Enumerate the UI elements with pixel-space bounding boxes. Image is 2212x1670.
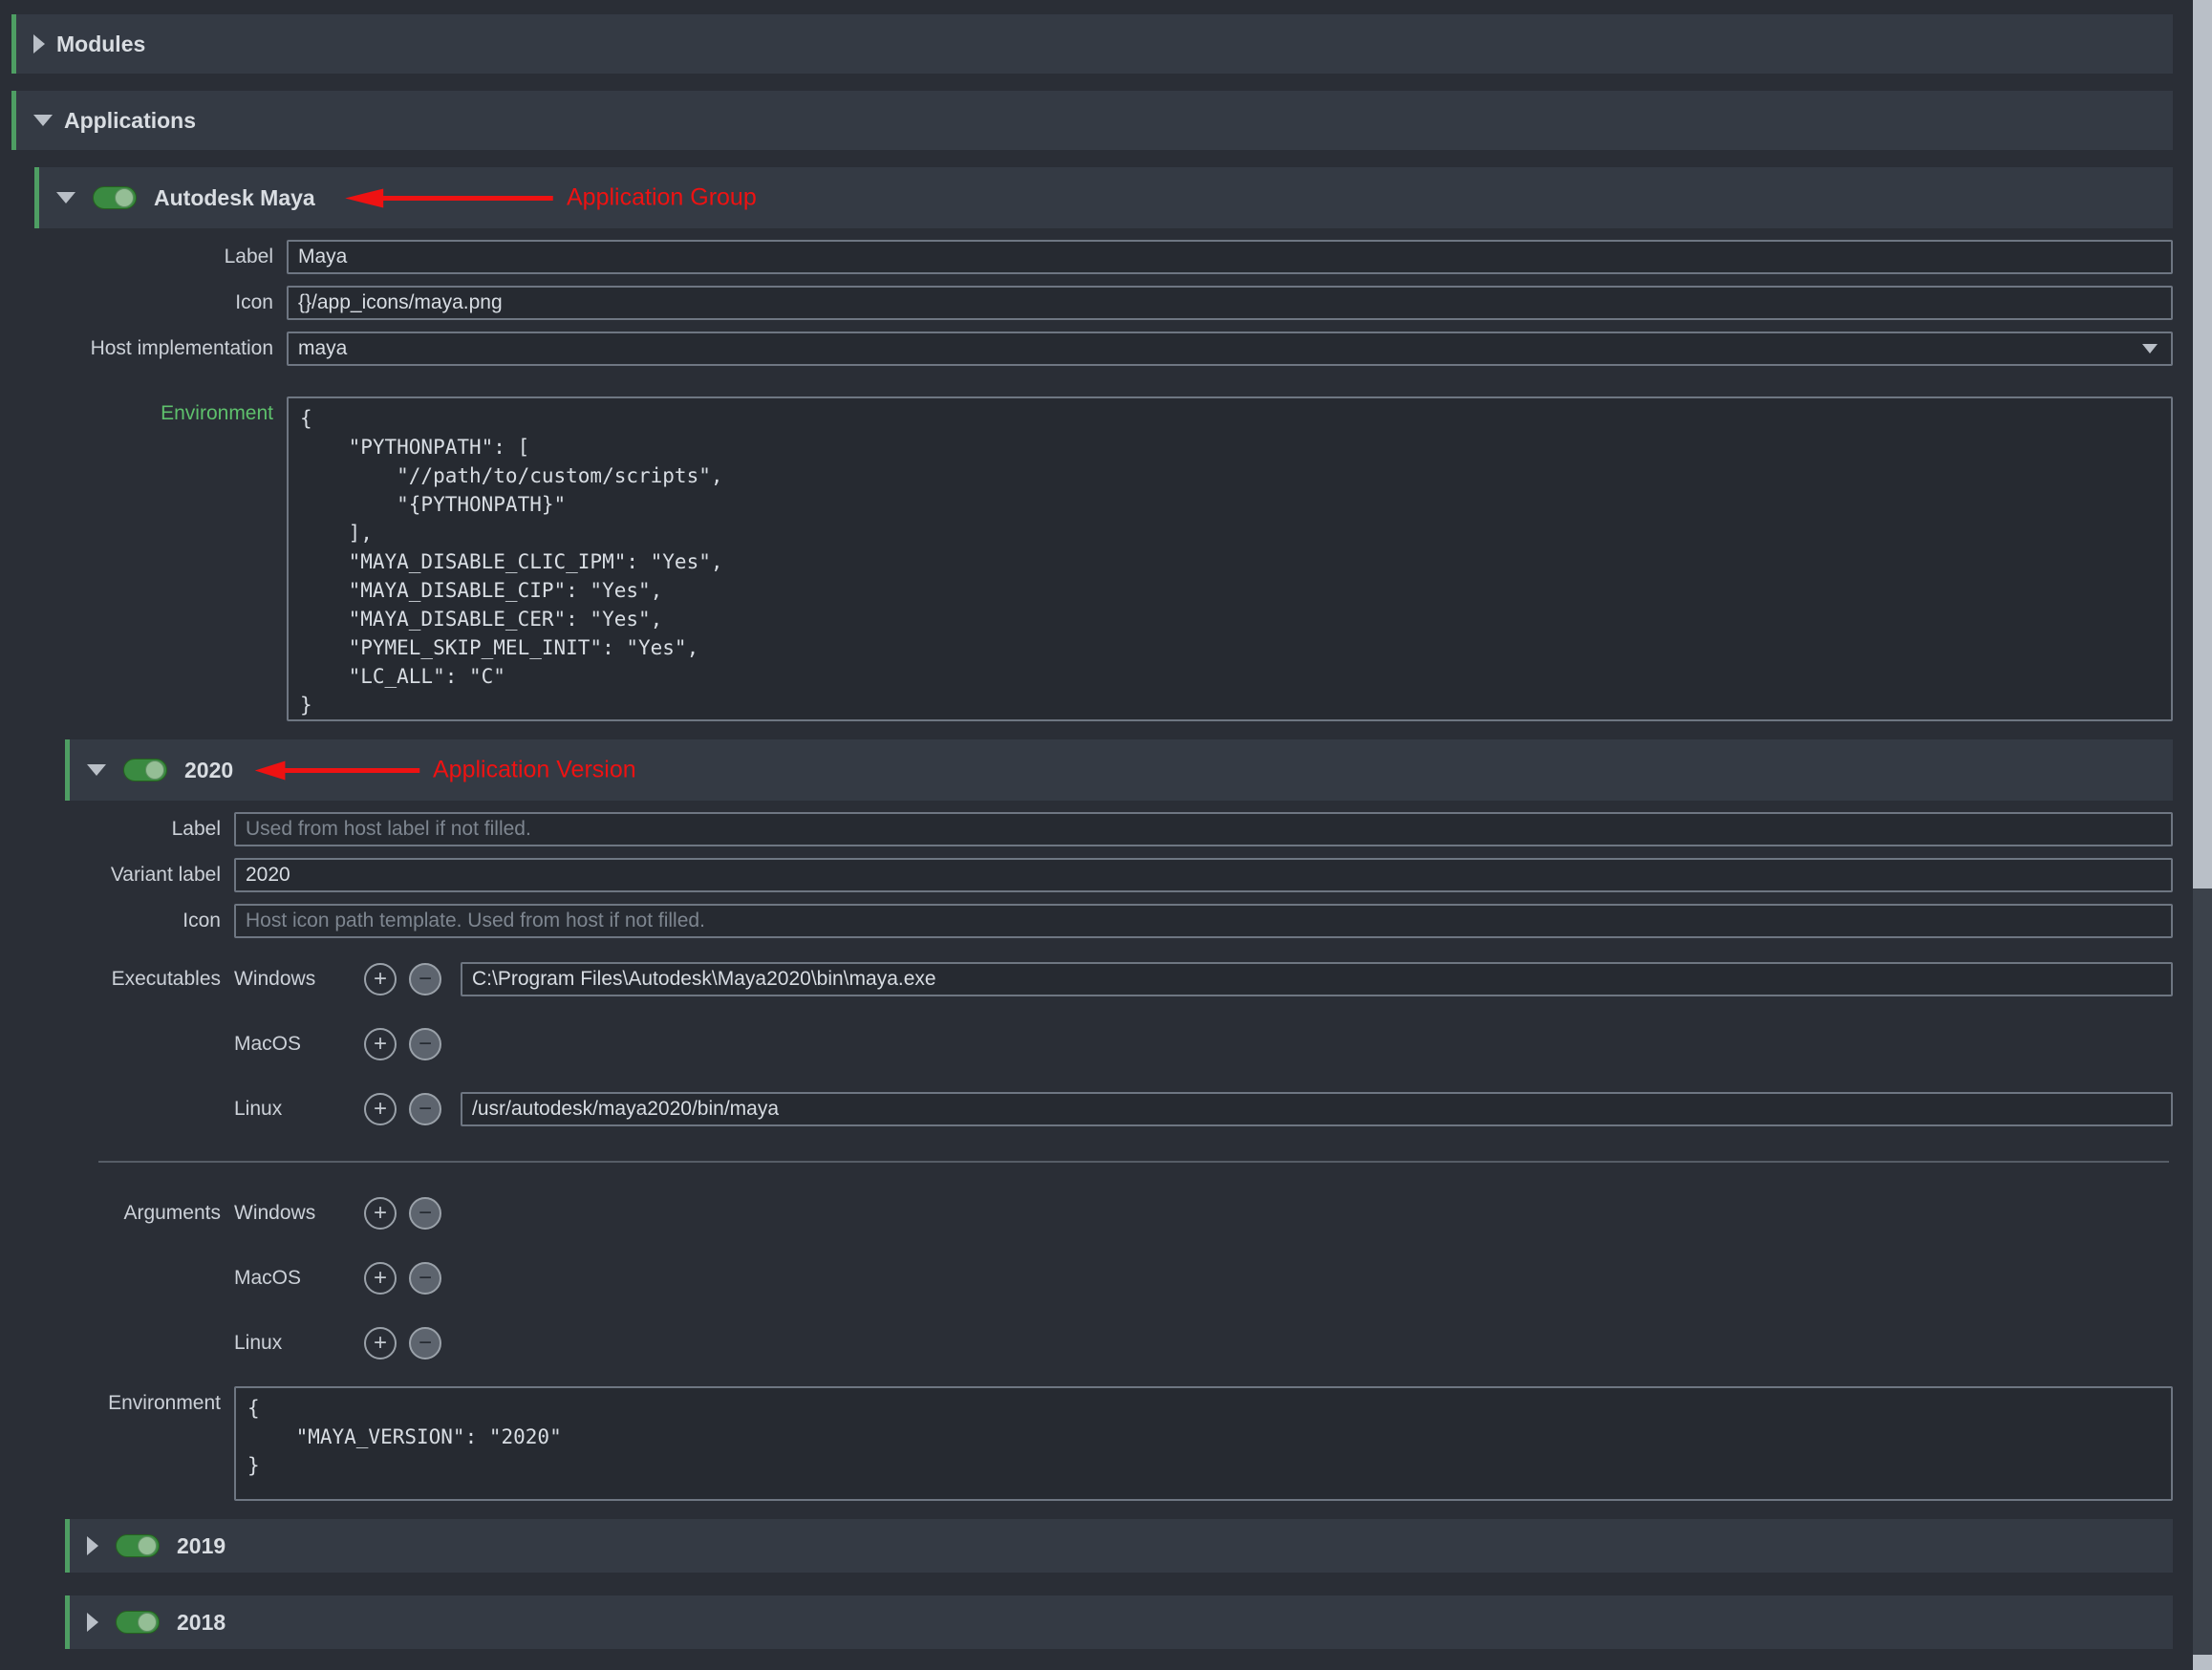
version-header-2018[interactable]: 2018 [65, 1595, 2173, 1649]
section-applications-label: Applications [64, 108, 196, 134]
host-implementation-value: maya [298, 337, 347, 360]
version-2020-toggle[interactable] [123, 759, 167, 781]
version-header-2019[interactable]: 2019 [65, 1519, 2173, 1573]
arguments-macos-row: MacOS + − [11, 1261, 2173, 1295]
version-environment-textarea[interactable]: { "MAYA_VERSION": "2020" } [234, 1386, 2173, 1501]
maya-environment-textarea[interactable]: { "PYTHONPATH": [ "//path/to/custom/scri… [287, 396, 2173, 721]
version-2018-toggle[interactable] [116, 1611, 160, 1634]
remove-button[interactable]: − [409, 1262, 441, 1295]
scrollbar-thumb[interactable] [2193, 0, 2212, 889]
version-2019-toggle[interactable] [116, 1534, 160, 1557]
executables-linux-row: Linux + − [11, 1092, 2173, 1126]
arguments-label: Arguments [11, 1196, 234, 1231]
remove-button[interactable]: − [409, 1028, 441, 1060]
maya-group-title: Autodesk Maya [154, 185, 315, 211]
maya-enabled-toggle[interactable] [93, 186, 137, 209]
windows-label: Windows [234, 962, 322, 996]
group-header-autodesk-maya[interactable]: Autodesk Maya Application Group [34, 167, 2173, 228]
arguments-linux-row: Linux + − [11, 1326, 2173, 1360]
remove-button[interactable]: − [409, 963, 441, 996]
version-label-input[interactable] [234, 812, 2173, 846]
annotation-application-version: Application Version [253, 757, 636, 784]
collapse-right-icon[interactable] [87, 1613, 98, 1632]
version-2020-title: 2020 [184, 758, 233, 783]
host-implementation-select[interactable]: maya [287, 332, 2173, 366]
executables-windows-row: Executables Windows + − [11, 962, 2173, 996]
scrollbar-corner [2193, 1655, 2212, 1670]
section-modules-label: Modules [56, 32, 145, 57]
icon-field-label: Icon [11, 904, 234, 938]
collapse-down-icon[interactable] [33, 115, 53, 126]
toggle-knob [138, 1613, 157, 1632]
executables-label: Executables [11, 962, 234, 996]
toggle-knob [115, 188, 134, 207]
form-row-label: Label [11, 240, 2173, 274]
annotation-text: Application Group [567, 184, 757, 212]
linux-label: Linux [234, 1092, 322, 1126]
add-button[interactable]: + [364, 1093, 397, 1125]
settings-panel: Modules Applications Autodesk Maya Appli… [11, 14, 2173, 1649]
section-header-modules[interactable]: Modules [11, 14, 2173, 74]
form-row-variant-label: Variant label [11, 858, 2173, 892]
maya-group-body: Label Icon Host implementation maya Envi… [11, 240, 2173, 721]
red-arrow-icon [253, 758, 421, 782]
remove-button[interactable]: − [409, 1327, 441, 1360]
label-field-label: Label [11, 812, 234, 846]
form-row-label: Label [11, 812, 2173, 846]
environment-field-label: Environment [11, 1386, 234, 1421]
collapse-down-icon[interactable] [56, 192, 75, 203]
annotation-text: Application Version [433, 757, 636, 784]
executable-linux-input[interactable] [461, 1092, 2173, 1126]
form-row-icon: Icon [11, 904, 2173, 938]
add-button[interactable]: + [364, 1327, 397, 1360]
maya-label-input[interactable] [287, 240, 2173, 274]
toggle-knob [138, 1536, 157, 1555]
macos-label: MacOS [234, 1261, 322, 1295]
variant-label-input[interactable] [234, 858, 2173, 892]
collapse-right-icon[interactable] [87, 1536, 98, 1555]
environment-field-label: Environment [11, 396, 287, 431]
linux-label: Linux [234, 1326, 322, 1360]
executable-windows-input[interactable] [461, 962, 2173, 996]
form-row-environment: Environment { "PYTHONPATH": [ "//path/to… [11, 396, 2173, 721]
vertical-scrollbar[interactable] [2193, 0, 2212, 1670]
version-2020-body: Label Variant label Icon Executables Win… [11, 812, 2173, 1501]
collapse-right-icon[interactable] [33, 34, 45, 54]
section-divider [98, 1161, 2169, 1163]
macos-label: MacOS [234, 1027, 322, 1061]
host-field-label: Host implementation [11, 332, 287, 366]
version-2019-title: 2019 [177, 1533, 225, 1559]
form-row-icon: Icon [11, 286, 2173, 320]
variant-field-label: Variant label [11, 858, 234, 892]
annotation-application-group: Application Group [343, 184, 757, 212]
add-button[interactable]: + [364, 1028, 397, 1060]
form-row-host: Host implementation maya [11, 332, 2173, 366]
remove-button[interactable]: − [409, 1093, 441, 1125]
icon-field-label: Icon [11, 286, 287, 320]
section-header-applications[interactable]: Applications [11, 91, 2173, 150]
form-row-environment: Environment { "MAYA_VERSION": "2020" } [11, 1386, 2173, 1501]
version-icon-input[interactable] [234, 904, 2173, 938]
collapse-down-icon[interactable] [87, 764, 106, 776]
windows-label: Windows [234, 1196, 322, 1231]
arguments-windows-row: Arguments Windows + − [11, 1196, 2173, 1231]
add-button[interactable]: + [364, 963, 397, 996]
add-button[interactable]: + [364, 1197, 397, 1230]
executables-macos-row: MacOS + − [11, 1027, 2173, 1061]
remove-button[interactable]: − [409, 1197, 441, 1230]
version-header-2020[interactable]: 2020 Application Version [65, 739, 2173, 801]
add-button[interactable]: + [364, 1262, 397, 1295]
red-arrow-icon [343, 185, 555, 210]
toggle-knob [145, 760, 164, 780]
maya-icon-input[interactable] [287, 286, 2173, 320]
label-field-label: Label [11, 240, 287, 274]
version-2018-title: 2018 [177, 1610, 225, 1636]
chevron-down-icon [2142, 344, 2158, 353]
